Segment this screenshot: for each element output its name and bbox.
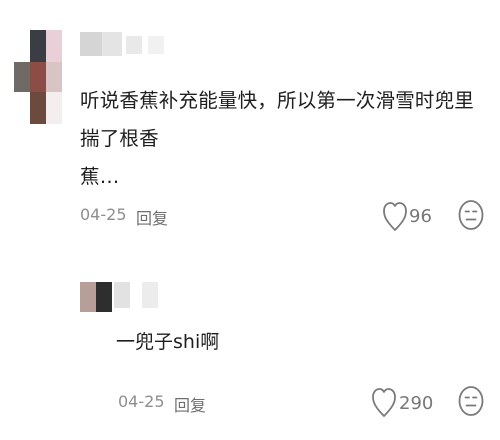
comment-text-line: 蕉… — [80, 165, 120, 188]
avatar-pixel — [80, 282, 96, 312]
reply-avatar[interactable] — [80, 282, 112, 312]
username-pixel — [114, 282, 130, 308]
comment-avatar[interactable] — [14, 30, 64, 126]
avatar-pixel — [46, 30, 62, 62]
username-pixel — [148, 36, 164, 54]
reply-date: 04-25 — [118, 392, 165, 411]
comment-date: 04-25 — [80, 205, 127, 224]
reply-reply-button[interactable]: 回复 — [174, 392, 206, 416]
avatar-pixel — [96, 282, 112, 312]
avatar-pixel — [46, 62, 62, 92]
comment-text: 听说香蕉补充能量快，所以第一次滑雪时兜里揣了根香 蕉… — [80, 82, 485, 196]
avatar-pixel — [30, 30, 46, 62]
avatar-pixel — [30, 62, 46, 92]
avatar-pixel — [30, 92, 46, 124]
avatar-pixel — [14, 62, 30, 92]
username-pixel — [80, 32, 102, 56]
neutral-face-icon[interactable] — [458, 199, 484, 231]
heart-icon[interactable] — [372, 386, 396, 418]
comment-like-count: 96 — [409, 206, 432, 227]
reply-username-blurred[interactable] — [114, 282, 164, 308]
username-blurred[interactable] — [80, 32, 180, 56]
neutral-face-icon[interactable] — [458, 385, 484, 417]
comment-reply-button[interactable]: 回复 — [136, 205, 168, 229]
comment-text-line: 听说香蕉补充能量快，所以第一次滑雪时兜里揣了根香 — [80, 89, 475, 150]
avatar-pixel — [46, 92, 62, 124]
username-pixel — [126, 36, 142, 54]
username-pixel — [102, 32, 122, 56]
reply-like-count: 290 — [399, 393, 434, 414]
reply-text: 一兜子shi啊 — [116, 331, 220, 353]
heart-icon[interactable] — [383, 200, 407, 232]
username-pixel — [142, 282, 158, 308]
